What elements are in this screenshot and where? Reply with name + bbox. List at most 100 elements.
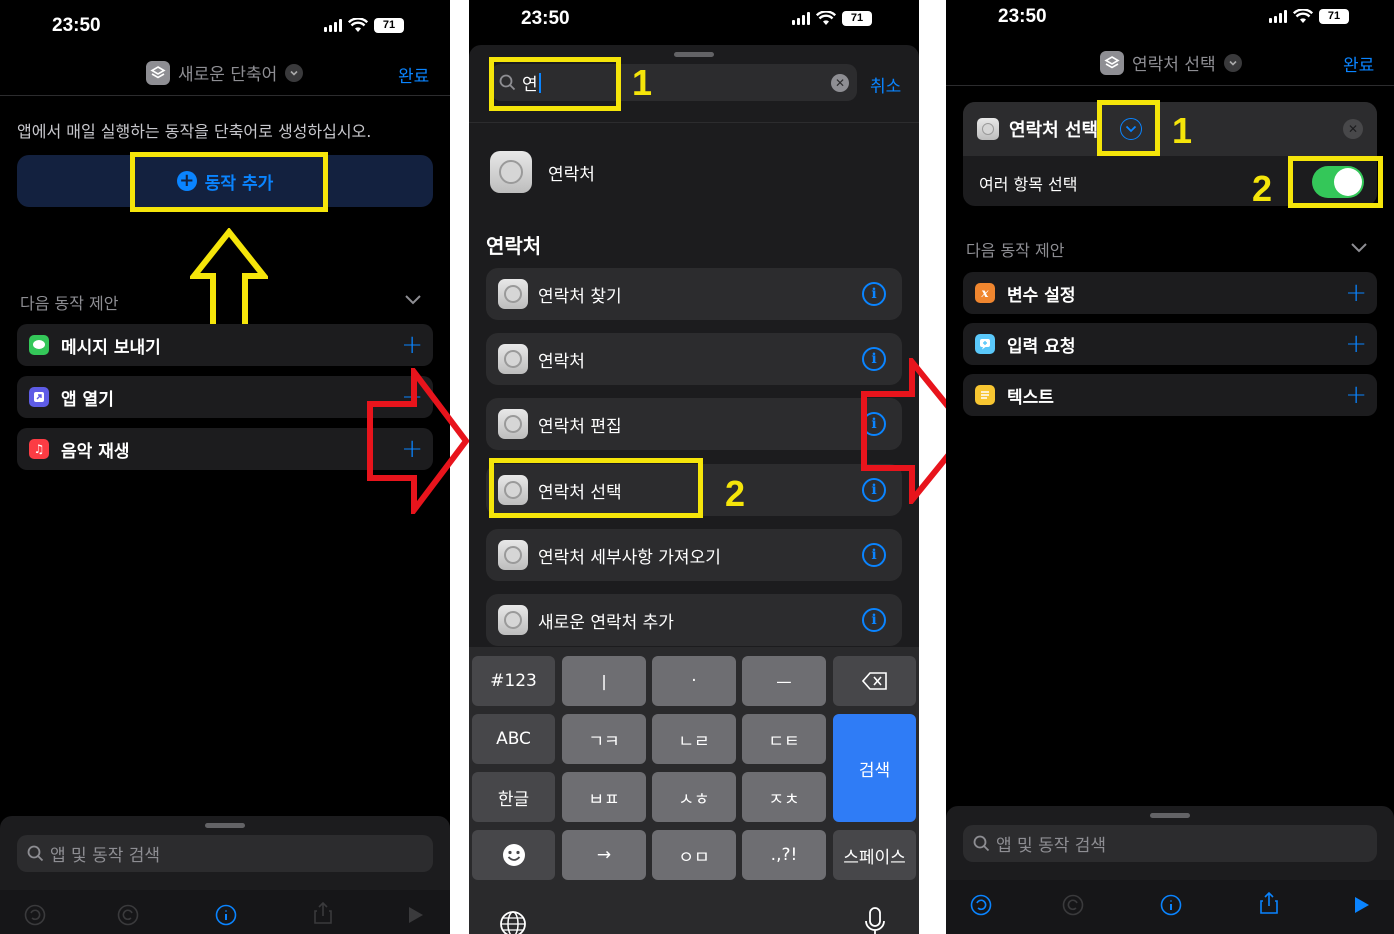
contacts-icon — [498, 279, 528, 309]
sheet-grabber[interactable] — [674, 52, 714, 57]
wifi-icon — [816, 11, 836, 25]
nav-title[interactable]: 새로운 단축어 — [146, 60, 304, 85]
plus-icon[interactable]: + — [1345, 331, 1367, 357]
battery-icon: 71 — [374, 18, 404, 33]
remove-action-icon[interactable]: ✕ — [1343, 119, 1363, 139]
key[interactable]: ㅇㅁ — [652, 830, 736, 880]
suggestion-label: 텍스트 — [1007, 387, 1054, 408]
play-icon[interactable] — [1348, 892, 1374, 918]
bottom-sheet: 앱 및 동작 검색 — [0, 816, 450, 934]
result-row[interactable]: 새로운 연락처 추가 i — [486, 594, 902, 646]
key[interactable]: ㅅㅎ — [652, 772, 736, 822]
info-icon[interactable] — [1158, 892, 1184, 918]
signal-icon — [324, 19, 342, 32]
emoji-icon — [502, 844, 525, 866]
phone-screen-2: 23:50 71 연 ✕ 취소 1 연락처 연락처 연락처 찾기 i 연락처 i… — [469, 0, 919, 934]
annotation-number: 2 — [1252, 168, 1273, 209]
clear-icon[interactable]: ✕ — [831, 73, 849, 92]
shortcuts-app-icon — [1100, 50, 1124, 75]
result-row[interactable]: 연락처 i — [486, 333, 902, 385]
key[interactable]: ㄴㄹ — [652, 714, 736, 764]
backspace-key[interactable] — [833, 656, 916, 706]
highlight-box — [1097, 100, 1160, 156]
nav-title-text: 새로운 단축어 — [178, 65, 278, 85]
description-text: 앱에서 매일 실행하는 동작을 단축어로 생성하십시오. — [17, 122, 372, 141]
key[interactable]: .,?! — [742, 830, 826, 880]
done-button[interactable]: 완료 — [1343, 51, 1374, 76]
chevron-down-icon — [1223, 53, 1242, 72]
key[interactable]: ㄷㅌ — [742, 714, 826, 764]
info-icon[interactable] — [213, 902, 239, 928]
highlight-box — [489, 458, 703, 518]
annotation-number: 2 — [725, 473, 746, 514]
keyboard: #123 ㅣ · ㅡ ABC ㄱㅋ ㄴㄹ ㄷㅌ 한글 ㅂㅍ ㅅㅎ ㅈㅊ 검색 →… — [469, 647, 919, 934]
search-field[interactable]: 앱 및 동작 검색 — [963, 825, 1377, 862]
key[interactable]: · — [652, 656, 736, 706]
result-row[interactable]: 연락처 찾기 i — [486, 268, 902, 320]
result-label: 연락처 — [538, 351, 585, 372]
sheet-grabber[interactable] — [205, 823, 245, 828]
redo-icon[interactable] — [1060, 892, 1086, 918]
result-label: 연락처 찾기 — [538, 286, 622, 307]
contacts-app-icon — [490, 151, 532, 193]
plus-icon[interactable]: + — [401, 332, 423, 358]
annotation-number: 1 — [632, 62, 653, 103]
suggestion-label: 음악 재생 — [61, 441, 130, 462]
top-app-result[interactable]: 연락처 — [490, 151, 595, 193]
suggestion-row-text[interactable]: 텍스트 + — [963, 374, 1377, 416]
variable-icon: x — [975, 283, 995, 303]
shortcuts-app-icon — [146, 60, 170, 85]
nav-title-text: 연락처 선택 — [1132, 55, 1216, 75]
nav-title[interactable]: 연락처 선택 — [1100, 50, 1242, 75]
cancel-button[interactable]: 취소 — [870, 72, 901, 97]
search-placeholder: 앱 및 동작 검색 — [996, 836, 1107, 856]
share-icon[interactable] — [310, 900, 336, 926]
suggestion-row-messages[interactable]: 메시지 보내기 + — [17, 324, 433, 366]
key[interactable]: ㅣ — [562, 656, 646, 706]
chevron-down-icon[interactable] — [1350, 242, 1368, 254]
done-button[interactable]: 완료 — [398, 62, 429, 87]
microphone-icon[interactable] — [864, 907, 886, 934]
info-icon[interactable]: i — [862, 543, 886, 567]
result-label: 연락처 세부사항 가져오기 — [538, 547, 721, 568]
suggestion-row-ask-input[interactable]: 입력 요청 + — [963, 323, 1377, 365]
plus-icon[interactable]: + — [1345, 382, 1367, 408]
battery-icon: 71 — [842, 11, 872, 26]
suggestion-label: 입력 요청 — [1007, 336, 1076, 357]
key[interactable]: ㅈㅊ — [742, 772, 826, 822]
key[interactable]: ㅂㅍ — [562, 772, 646, 822]
suggestion-label: 앱 열기 — [61, 389, 114, 410]
emoji-key[interactable] — [472, 830, 555, 880]
contacts-icon — [498, 344, 528, 374]
key-hangul[interactable]: 한글 — [472, 772, 555, 822]
info-icon[interactable]: i — [862, 282, 886, 306]
sheet-grabber[interactable] — [1150, 813, 1190, 818]
bottom-sheet: 앱 및 동작 검색 — [946, 806, 1394, 934]
key[interactable]: → — [562, 830, 646, 880]
share-icon[interactable] — [1256, 890, 1282, 916]
undo-icon[interactable] — [968, 892, 994, 918]
redo-icon[interactable] — [115, 902, 141, 928]
action-header[interactable]: 연락처 선택 ✕ — [963, 102, 1377, 156]
key[interactable]: ㅡ — [742, 656, 826, 706]
play-icon[interactable] — [402, 902, 428, 928]
result-row[interactable]: 연락처 세부사항 가져오기 i — [486, 529, 902, 581]
divider — [469, 122, 919, 123]
wifi-icon — [348, 18, 368, 32]
info-icon[interactable]: i — [862, 608, 886, 632]
search-field[interactable]: 앱 및 동작 검색 — [17, 835, 433, 872]
globe-icon[interactable] — [499, 910, 527, 934]
space-key[interactable]: 스페이스 — [833, 830, 916, 880]
key-abc[interactable]: ABC — [472, 714, 555, 764]
chevron-down-icon[interactable] — [404, 294, 422, 306]
suggestion-row-set-variable[interactable]: x 변수 설정 + — [963, 272, 1377, 314]
plus-icon[interactable]: + — [1345, 280, 1367, 306]
divider — [0, 95, 450, 96]
key-numbers[interactable]: #123 — [472, 656, 555, 706]
key[interactable]: ㄱㅋ — [562, 714, 646, 764]
undo-icon[interactable] — [22, 902, 48, 928]
search-placeholder: 앱 및 동작 검색 — [50, 846, 161, 866]
result-row[interactable]: 연락처 편집 i — [486, 398, 902, 450]
status-time: 23:50 — [521, 8, 570, 29]
search-key[interactable]: 검색 — [833, 714, 916, 822]
